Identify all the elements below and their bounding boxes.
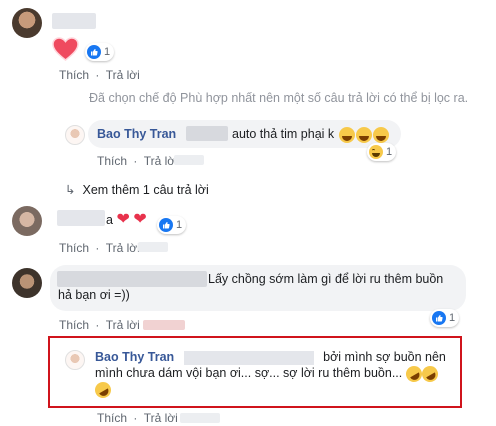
blurred-name <box>57 210 105 226</box>
avatar[interactable] <box>12 268 42 298</box>
blurred-timestamp <box>143 320 185 330</box>
comment-text: auto thả tim phại k <box>232 126 389 143</box>
like-count: 1 <box>176 219 183 231</box>
like-link[interactable]: Thích <box>59 318 89 332</box>
filtered-notice: Đã chọn chế độ Phù hợp nhất nên một số c… <box>89 91 469 105</box>
reaction-count: 1 <box>386 146 393 158</box>
like-count: 1 <box>449 312 456 324</box>
like-link[interactable]: Thích <box>97 411 127 425</box>
reply-arrow-icon: ↳ <box>65 183 76 197</box>
author-name[interactable]: Bao Thy Tran <box>95 350 174 364</box>
comment-content: a ❤ ❤ <box>106 212 147 228</box>
like-count-badge[interactable]: 1 <box>85 43 115 61</box>
see-more-replies-link[interactable]: ↳ Xem thêm 1 câu trả lời <box>65 182 209 197</box>
laughing-emoji-icon <box>355 126 372 143</box>
heart-icon: ❤ <box>133 211 147 228</box>
avatar[interactable] <box>12 8 42 38</box>
avatar[interactable] <box>12 206 42 236</box>
comment-body: Lấy chồng sớm làm gì để lời ru thêm buồn… <box>58 272 444 302</box>
reply-link[interactable]: Trả lời <box>144 154 178 168</box>
laughing-emoji-icon <box>369 145 383 159</box>
author-name[interactable]: Bao Thy Tran <box>97 127 176 141</box>
reply-link[interactable]: Trả lời <box>144 411 178 425</box>
like-link[interactable]: Thích <box>59 68 89 82</box>
separator-dot: · <box>133 154 138 168</box>
separator-dot: · <box>95 241 100 255</box>
blurred-timestamp <box>174 155 204 165</box>
like-count-badge[interactable]: 1 <box>157 216 187 234</box>
like-count-badge[interactable]: 1 <box>430 309 460 327</box>
laughing-emoji-icon <box>338 126 355 143</box>
comment-actions: Thích · Trả lời <box>97 411 178 425</box>
blurred-tag <box>183 350 314 365</box>
reply-link[interactable]: Trả lời <box>106 241 140 255</box>
separator-dot: · <box>133 411 138 425</box>
like-link[interactable]: Thích <box>97 154 127 168</box>
comment-actions: Thích · Trả lời <box>59 68 140 82</box>
comment-text: a <box>106 213 113 227</box>
comment-actions: Thích · Trả lời <box>59 241 140 255</box>
separator-dot: · <box>95 68 100 82</box>
thumbs-up-icon <box>159 218 173 232</box>
blurred-timestamp <box>180 413 220 423</box>
reply-link[interactable]: Trả lời <box>106 68 140 82</box>
avatar[interactable] <box>65 125 85 145</box>
reply-link[interactable]: Trả lời <box>106 318 140 332</box>
heart-reaction-icon <box>52 37 79 61</box>
blurred-tag <box>186 126 228 141</box>
avatar[interactable] <box>65 350 85 370</box>
rofl-emoji-icon <box>418 362 441 385</box>
blurred-name <box>52 13 96 29</box>
thumbs-up-icon <box>432 311 446 325</box>
comment-content: Bao Thy Tran bởi mình sợ buồn nên mình c… <box>92 349 450 402</box>
see-more-label: Xem thêm 1 câu trả lời <box>82 183 209 197</box>
comment-actions: Thích · Trả lời <box>59 318 140 332</box>
laughing-emoji-icon <box>372 126 389 143</box>
heart-icon: ❤ <box>116 211 130 228</box>
like-link[interactable]: Thích <box>59 241 89 255</box>
comment-content: Bao Thy Tran <box>97 126 176 142</box>
separator-dot: · <box>95 318 100 332</box>
rofl-emoji-icon <box>92 379 114 402</box>
thumbs-up-icon <box>87 45 101 59</box>
like-count: 1 <box>104 46 111 58</box>
comment-actions: Thích · Trả lời <box>97 154 178 168</box>
blurred-timestamp <box>138 242 168 252</box>
comment-body: auto thả tim phại k <box>232 127 335 141</box>
reaction-count-badge[interactable]: 1 <box>367 143 397 161</box>
